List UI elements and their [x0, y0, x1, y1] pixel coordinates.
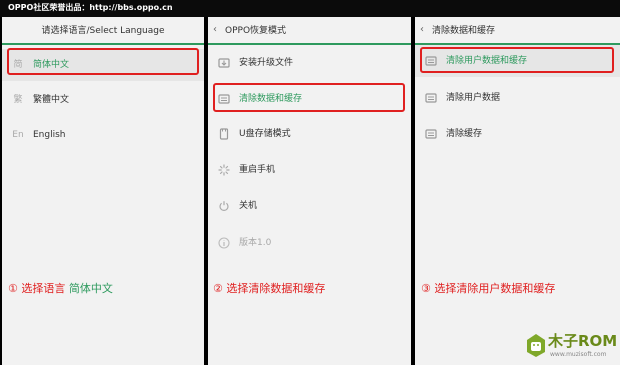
menu-item-version: 版本1.0 — [208, 227, 411, 259]
step-text: 选择清除用户数据和缓存 — [434, 282, 556, 295]
step-1-caption: ① 选择语言 简体中文 — [8, 282, 113, 296]
muzi-rom-logo: 木子ROM www.muzisoft.com — [525, 330, 618, 362]
watermark-bar: OPPO社区荣誉出品：http://bbs.oppo.cn — [0, 0, 620, 17]
language-label: 简体中文 — [33, 60, 70, 70]
version-label: 版本1.0 — [239, 238, 272, 248]
simplified-chinese-icon: 简 — [13, 60, 23, 70]
menu-label: 清除数据和缓存 — [239, 94, 303, 104]
install-icon — [218, 57, 230, 69]
recovery-title: OPPO恢复模式 — [225, 26, 287, 36]
menu-item-clear-user-data-cache[interactable]: 清除用户数据和缓存 — [415, 45, 620, 77]
menu-item-install-update[interactable]: 安装升级文件 — [208, 47, 411, 79]
clear-data-screen: ‹ 清除数据和缓存 清除用户数据和缓存 清除用户数据 清除缓存 ③ 选择清除用户… — [415, 17, 620, 365]
menu-label: 清除用户数据和缓存 — [446, 56, 528, 66]
english-icon: En — [12, 130, 24, 140]
menu-label: 关机 — [239, 201, 258, 211]
menu-label: 清除用户数据 — [446, 93, 501, 103]
step-3-caption: ③ 选择清除用户数据和缓存 — [421, 282, 555, 296]
reboot-icon — [218, 164, 230, 176]
menu-label: 安装升级文件 — [239, 58, 294, 68]
menu-item-clear-cache[interactable]: 清除缓存 — [415, 118, 620, 150]
recovery-header: ‹ OPPO恢复模式 — [208, 17, 411, 45]
menu-item-reboot[interactable]: 重启手机 — [208, 154, 411, 186]
clear-data-icon — [425, 55, 437, 67]
step-text: 选择语言 — [21, 282, 66, 295]
step-2-caption: ② 选择清除数据和缓存 — [213, 282, 325, 296]
menu-item-clear-user-data[interactable]: 清除用户数据 — [415, 82, 620, 114]
clear-data-title: 清除数据和缓存 — [432, 26, 496, 36]
back-chevron-icon[interactable]: ‹ — [213, 24, 217, 36]
clear-data-icon — [218, 93, 230, 105]
language-item-english[interactable]: En English — [2, 119, 204, 151]
menu-label: U盘存储模式 — [239, 129, 291, 139]
logo-brand: 木子ROM — [548, 332, 618, 350]
clear-data-header: ‹ 清除数据和缓存 — [415, 17, 620, 45]
clear-data-icon — [425, 92, 437, 104]
step-text: 选择清除数据和缓存 — [226, 282, 326, 295]
step-number: ① — [8, 282, 18, 295]
step-number: ② — [213, 282, 223, 295]
language-title: 请选择语言/Select Language — [41, 26, 165, 36]
power-icon — [218, 200, 230, 212]
info-icon — [218, 237, 230, 249]
language-item-traditional-chinese[interactable]: 繁 繁體中文 — [2, 84, 204, 116]
language-label: 繁體中文 — [33, 95, 70, 105]
traditional-chinese-icon: 繁 — [13, 95, 23, 105]
language-label: English — [33, 130, 66, 140]
menu-label: 重启手机 — [239, 165, 276, 175]
menu-label: 清除缓存 — [446, 129, 483, 139]
menu-item-power-off[interactable]: 关机 — [208, 190, 411, 222]
logo-url: www.muzisoft.com — [550, 351, 607, 358]
recovery-screen: ‹ OPPO恢复模式 安装升级文件 清除数据和缓存 U盘存储模式 重启手机 关机 — [208, 17, 411, 365]
menu-item-clear-data-cache[interactable]: 清除数据和缓存 — [208, 83, 411, 115]
usb-storage-icon — [218, 128, 230, 140]
clear-data-icon — [425, 128, 437, 140]
android-logo-icon — [527, 334, 545, 357]
language-screen: 请选择语言/Select Language 简 简体中文 繁 繁體中文 En E… — [2, 17, 204, 365]
language-header: 请选择语言/Select Language — [2, 17, 204, 45]
menu-item-usb-storage[interactable]: U盘存储模式 — [208, 118, 411, 150]
back-chevron-icon[interactable]: ‹ — [420, 24, 424, 36]
watermark-text: OPPO社区荣誉出品：http://bbs.oppo.cn — [8, 3, 173, 12]
step-highlight: 简体中文 — [68, 282, 113, 295]
step-number: ③ — [421, 282, 431, 295]
language-item-simplified-chinese[interactable]: 简 简体中文 — [2, 49, 204, 81]
